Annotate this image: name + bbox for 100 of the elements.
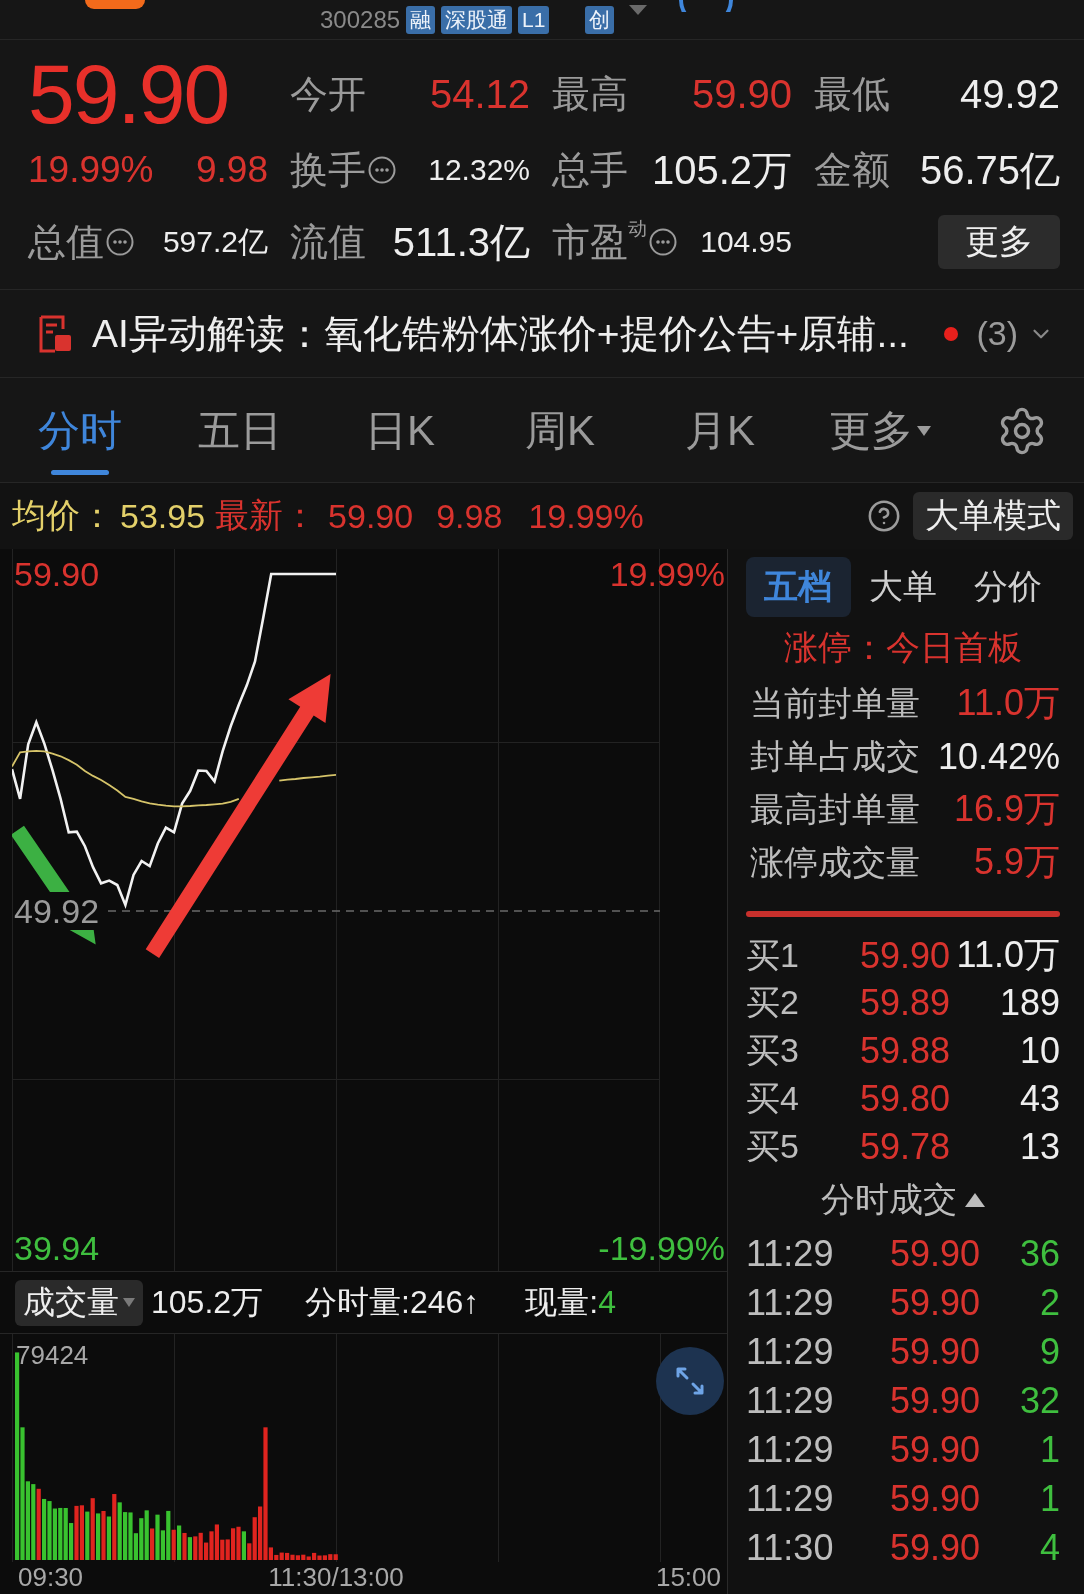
current-volume-value: 4 xyxy=(598,1284,617,1321)
chart-tab[interactable]: 分时 xyxy=(0,378,160,483)
bid-price: 59.89 xyxy=(858,982,950,1024)
up-triangle-icon xyxy=(965,1193,985,1207)
bid-level-label: 买4 xyxy=(746,1078,800,1119)
ellipsis-circle-icon[interactable] xyxy=(106,228,134,256)
stat-label: 金额 xyxy=(814,148,890,192)
trade-time: 11:29 xyxy=(746,1330,835,1373)
time-axis-label: 15:00 xyxy=(655,1562,721,1592)
stat-label: 市盈$^{动}$ xyxy=(552,220,647,264)
trade-price: 59.90 xyxy=(888,1477,980,1520)
stat-value: 12.32% xyxy=(428,153,530,187)
stock-tag: 融 xyxy=(406,6,436,34)
time-axis-label: 11:30/13:00 xyxy=(268,1562,404,1592)
more-button[interactable]: 更多 xyxy=(938,215,1060,269)
stat-value: 597.2亿 xyxy=(162,223,268,260)
logo-tile-icon[interactable] xyxy=(85,0,145,9)
latest-price-value: 19.99% xyxy=(528,496,644,536)
large-order-mode-button[interactable]: 大单模式 xyxy=(913,492,1073,540)
stock-code: 300285 xyxy=(320,6,401,34)
last-price: 59.90 xyxy=(28,52,230,136)
caret-icon[interactable] xyxy=(628,4,649,16)
stat-label: 换手 xyxy=(290,148,366,192)
chart-tab[interactable]: 日K xyxy=(320,378,480,483)
ellipsis-circle-icon[interactable] xyxy=(649,228,677,256)
stat-value: 511.3亿 xyxy=(392,218,530,266)
panel-tab[interactable]: 分价 xyxy=(955,557,1060,617)
panel-tab[interactable]: 五档 xyxy=(746,557,851,617)
stat-label: 总手 xyxy=(552,148,628,192)
stat-value: 59.90 xyxy=(691,71,792,117)
bid-volume: 11.0万 xyxy=(955,933,1060,977)
bid-level-label: 买2 xyxy=(746,982,800,1023)
trade-time: 11:29 xyxy=(746,1379,835,1422)
trade-price: 59.90 xyxy=(888,1232,980,1275)
percent-axis-label: -19.99% xyxy=(598,1229,725,1268)
stat-value: 104.95 xyxy=(700,225,792,259)
trade-time: 11:29 xyxy=(746,1477,835,1520)
stock-tag: 深股通 xyxy=(441,6,513,34)
panel-tab[interactable]: 大单 xyxy=(850,557,956,617)
summary-count: (3) xyxy=(976,314,1018,353)
bid-volume: 13 xyxy=(1018,1126,1060,1168)
time-axis-label: 09:30 xyxy=(18,1562,84,1592)
trade-price: 59.90 xyxy=(888,1428,980,1471)
latest-price-label: 最新： xyxy=(215,495,318,536)
expand-icon xyxy=(674,1365,706,1397)
seal-stat-label: 当前封单量 xyxy=(750,682,920,724)
trade-volume: 2 xyxy=(1038,1281,1060,1324)
trade-volume: 4 xyxy=(1038,1526,1060,1569)
chart-tab[interactable]: 月K xyxy=(640,378,800,483)
indicator-select-button[interactable]: 成交量 xyxy=(15,1279,143,1326)
average-price-label: 均价： xyxy=(12,495,114,536)
change-percent: 19.99% xyxy=(28,149,154,191)
total-volume: 105.2万 xyxy=(151,1282,264,1322)
bid-level-label: 买1 xyxy=(746,934,800,976)
bid-price: 59.90 xyxy=(858,934,950,977)
trade-volume: 32 xyxy=(1018,1379,1060,1422)
stock-tag: L1 xyxy=(518,6,550,34)
stat-value: 56.75亿 xyxy=(919,146,1060,194)
change-amount: 9.98 xyxy=(196,149,268,191)
ring-icon[interactable] xyxy=(678,0,735,12)
stat-label: 今开 xyxy=(290,72,366,116)
ai-summary-text[interactable]: AI异动解读：氧化锆粉体涨价+提价公告+原辅... xyxy=(92,306,945,361)
trade-volume: 1 xyxy=(1038,1428,1060,1471)
average-price-value: 53.95 xyxy=(120,496,206,536)
chart-tab[interactable]: 五日 xyxy=(160,378,320,483)
stat-value: 105.2万 xyxy=(651,146,792,194)
caret-icon xyxy=(123,1298,135,1307)
stat-value: 49.92 xyxy=(959,71,1060,117)
seal-stat-value: 11.0万 xyxy=(956,681,1060,725)
chart-tab[interactable]: 周K xyxy=(480,378,640,483)
seal-stat-value: 16.9万 xyxy=(953,787,1060,831)
current-volume-label: 现量: xyxy=(525,1282,599,1322)
bid-price: 59.78 xyxy=(858,1126,950,1168)
trade-price: 59.90 xyxy=(888,1281,980,1324)
bid-volume: 189 xyxy=(998,982,1060,1024)
minute-volume: 分时量:246↑ xyxy=(305,1282,480,1322)
trade-price: 59.90 xyxy=(888,1379,980,1422)
trades-header[interactable]: 分时成交 xyxy=(821,1177,957,1223)
trade-time: 11:30 xyxy=(746,1526,835,1569)
seal-stat-value: 5.9万 xyxy=(973,840,1060,884)
volume-scale-label: 79424 xyxy=(16,1340,89,1370)
bid-level-label: 买3 xyxy=(746,1030,800,1071)
help-icon[interactable] xyxy=(867,499,901,533)
stock-tag: 创 xyxy=(585,6,615,34)
stat-label: 总值 xyxy=(28,220,104,264)
stat-label: 最低 xyxy=(814,72,890,116)
more-menu-tab[interactable]: 更多 xyxy=(800,378,960,483)
caret-icon xyxy=(917,425,931,436)
stat-label: 最高 xyxy=(552,72,628,116)
trade-volume: 9 xyxy=(1038,1330,1060,1373)
ellipsis-circle-icon[interactable] xyxy=(368,156,396,184)
bid-volume: 10 xyxy=(1018,1030,1060,1072)
latest-price-value: 59.90 xyxy=(328,496,414,536)
trade-time: 11:29 xyxy=(746,1232,835,1275)
trade-price: 59.90 xyxy=(888,1526,980,1569)
bid-price: 59.80 xyxy=(858,1078,950,1120)
trade-time: 11:29 xyxy=(746,1428,835,1471)
percent-axis-label: 19.99% xyxy=(609,555,725,593)
document-icon xyxy=(38,314,72,353)
seal-stat-label: 最高封单量 xyxy=(750,788,920,830)
